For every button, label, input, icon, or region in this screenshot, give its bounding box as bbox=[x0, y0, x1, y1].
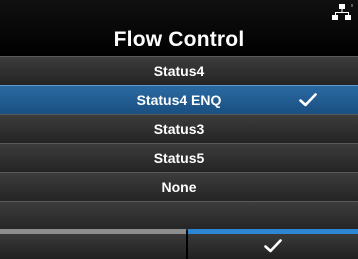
checkmark-icon bbox=[264, 239, 282, 253]
printer-screen: Flow Control Status4 Status4 ENQ Status3… bbox=[0, 0, 358, 259]
option-label: None bbox=[161, 179, 197, 195]
left-soft-key[interactable] bbox=[0, 234, 186, 259]
option-status4-enq[interactable]: Status4 ENQ bbox=[0, 85, 358, 114]
page-title: Flow Control bbox=[113, 28, 245, 51]
option-label: Status5 bbox=[153, 150, 205, 166]
checkmark-icon bbox=[299, 93, 317, 107]
option-status3[interactable]: Status3 bbox=[0, 114, 358, 143]
option-label: Status4 ENQ bbox=[136, 92, 222, 108]
flow-control-options: Status4 Status4 ENQ Status3 Status5 None bbox=[0, 56, 358, 231]
empty-row bbox=[0, 201, 358, 231]
option-status4[interactable]: Status4 bbox=[0, 56, 358, 85]
network-icon bbox=[332, 4, 353, 20]
option-status5[interactable]: Status5 bbox=[0, 143, 358, 172]
header: Flow Control bbox=[0, 0, 358, 56]
option-label: Status3 bbox=[153, 121, 205, 137]
confirm-soft-key[interactable] bbox=[188, 234, 358, 259]
option-none[interactable]: None bbox=[0, 172, 358, 201]
option-label: Status4 bbox=[153, 63, 205, 79]
